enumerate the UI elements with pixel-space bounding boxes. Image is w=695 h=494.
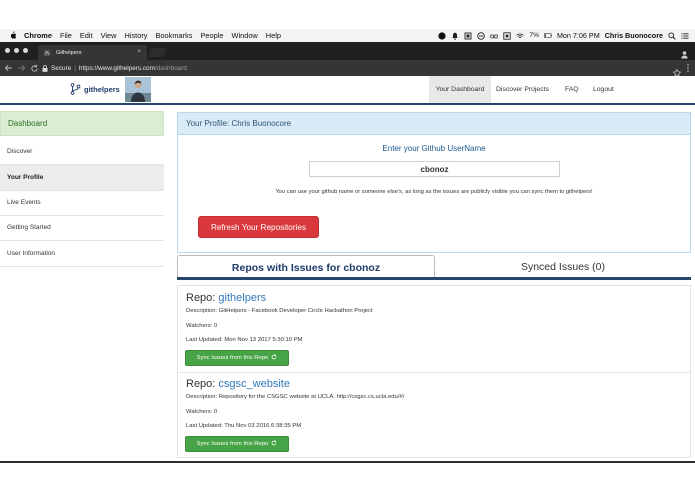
sync-help-text: You can use your github name or someone … — [275, 189, 593, 195]
repo-watchers: Watchers: 0 — [186, 323, 218, 329]
repo-prefix: Repo: — [186, 378, 219, 390]
menu-bookmarks[interactable]: Bookmarks — [156, 31, 193, 40]
refresh-icon — [271, 354, 277, 362]
repo-last-updated: Last Updated: Thu Nov 03 2016 6:38:35 PM — [186, 423, 302, 429]
glasses-icon[interactable] — [490, 32, 499, 40]
notification-center-icon[interactable] — [681, 32, 689, 40]
repo-description: Description: GitHelpers - Facebook Devel… — [186, 308, 373, 314]
wifi-icon[interactable] — [516, 32, 525, 40]
repo-description: Description: Repository for the CSGSC we… — [186, 394, 405, 400]
browser-tab-strip: Githelpers × — [0, 42, 695, 60]
address-bar[interactable]: Secure | https://www.githelpers.com /das… — [42, 62, 671, 74]
bell-icon[interactable] — [451, 32, 459, 40]
refresh-repositories-button[interactable]: Refresh Your Repositories — [198, 216, 319, 238]
profile-panel: Your Profile: Chris Buonocore Enter your… — [177, 112, 691, 253]
battery-percent: 7% — [529, 32, 539, 39]
window-icon[interactable] — [464, 32, 472, 40]
sidebar-item-dashboard[interactable]: Dashboard — [0, 111, 164, 136]
reload-icon[interactable] — [30, 64, 39, 73]
repo-tabs: Repos with Issues for cbonoz Synced Issu… — [177, 255, 691, 279]
spotlight-search-icon[interactable] — [668, 31, 676, 40]
tab-repos-with-issues[interactable]: Repos with Issues for cbonoz — [177, 255, 435, 279]
close-window-button[interactable] — [5, 48, 10, 53]
sidebar-item-discover[interactable]: Discover — [0, 139, 164, 164]
apple-icon[interactable] — [9, 31, 17, 40]
repo-divider — [179, 372, 691, 373]
nav-faq[interactable]: FAQ — [565, 76, 579, 103]
window-bottom-edge — [0, 461, 695, 463]
profile-panel-title: Your Profile: Chris Buonocore — [178, 113, 690, 135]
dropbox-icon[interactable] — [438, 31, 447, 40]
url-separator: | — [74, 64, 76, 72]
avatar[interactable] — [125, 77, 151, 102]
menu-help[interactable]: Help — [266, 31, 281, 40]
nav-logout[interactable]: Logout — [593, 76, 614, 103]
repo-title: Repo: csgsc_website — [186, 378, 290, 390]
forward-arrow-icon[interactable] — [17, 64, 26, 73]
menu-edit[interactable]: Edit — [80, 31, 93, 40]
menu-window[interactable]: Window — [231, 31, 257, 40]
profile-icon[interactable] — [680, 46, 689, 59]
git-branch-icon — [70, 83, 81, 95]
sidebar-divider — [0, 266, 164, 267]
header-divider — [0, 103, 695, 105]
back-arrow-icon[interactable] — [4, 64, 13, 73]
repo-title: Repo: githelpers — [186, 292, 266, 304]
secure-label: Secure — [51, 64, 72, 72]
sidebar-item-getting-started[interactable]: Getting Started — [0, 215, 164, 240]
menu-view[interactable]: View — [101, 31, 117, 40]
chrome-menu-icon[interactable] — [686, 63, 690, 73]
repo-link[interactable]: githelpers — [218, 292, 266, 304]
star-icon[interactable] — [672, 64, 682, 77]
refresh-icon — [271, 440, 277, 448]
github-username-input[interactable] — [309, 161, 560, 177]
menu-user-name[interactable]: Chris Buonocore — [605, 31, 663, 40]
screen: Chrome File Edit View History Bookmarks … — [0, 0, 695, 494]
repo-link[interactable]: csgsc_website — [218, 378, 290, 390]
url-host: https://www.githelpers.com — [78, 64, 155, 72]
menu-history[interactable]: History — [125, 31, 148, 40]
maximize-window-button[interactable] — [23, 48, 28, 53]
github-username-label: Enter your Github UserName — [382, 144, 486, 153]
sync-issues-button[interactable]: Sync Issues from this Repo — [185, 436, 289, 452]
repo-watchers: Watchers: 0 — [186, 409, 218, 415]
minus-circle-icon[interactable] — [477, 31, 486, 40]
sidebar-item-your-profile[interactable]: Your Profile — [0, 165, 164, 190]
repo-last-updated: Last Updated: Mon Nov 13 2017 5:30:10 PM — [186, 337, 303, 343]
brand-name: githelpers — [84, 84, 120, 94]
tab-synced-issues[interactable]: Synced Issues (0) — [435, 255, 691, 279]
browser-tab[interactable]: Githelpers × — [38, 45, 147, 60]
minimize-window-button[interactable] — [14, 48, 19, 53]
browser-toolbar: Secure | https://www.githelpers.com /das… — [0, 60, 695, 77]
repo-list: Repo: githelpers Description: GitHelpers… — [177, 285, 691, 458]
menu-chrome[interactable]: Chrome — [24, 31, 52, 40]
nav-discover-projects[interactable]: Discover Projects — [496, 76, 549, 103]
status-area: 7% Mon 7:06 PM Chris Buonocore — [438, 29, 689, 42]
sync-button-label: Sync Issues from this Repo — [196, 355, 269, 361]
menu-file[interactable]: File — [60, 31, 72, 40]
favicon-icon — [44, 49, 50, 56]
tab-close-icon[interactable]: × — [137, 48, 141, 55]
browser-tab-title: Githelpers — [56, 49, 82, 56]
menu-clock: Mon 7:06 PM — [556, 31, 600, 40]
url-path: /dashboard — [154, 64, 187, 72]
lock-icon — [42, 64, 48, 72]
nav-your-dashboard[interactable]: Your Dashboard — [429, 76, 491, 103]
sidebar-item-live-events[interactable]: Live Events — [0, 190, 164, 215]
sidebar-item-user-information[interactable]: User Information — [0, 241, 164, 266]
brand-logo[interactable]: githelpers — [70, 82, 120, 96]
menu-people[interactable]: People — [200, 31, 223, 40]
macos-menu-bar: Chrome File Edit View History Bookmarks … — [0, 29, 695, 42]
record-icon[interactable] — [503, 31, 512, 40]
sync-button-label: Sync Issues from this Repo — [196, 441, 269, 447]
tabs-divider — [177, 277, 691, 280]
repo-prefix: Repo: — [186, 292, 219, 304]
new-tab-button[interactable] — [147, 48, 167, 57]
sync-issues-button[interactable]: Sync Issues from this Repo — [185, 350, 289, 366]
battery-icon[interactable] — [544, 32, 552, 40]
